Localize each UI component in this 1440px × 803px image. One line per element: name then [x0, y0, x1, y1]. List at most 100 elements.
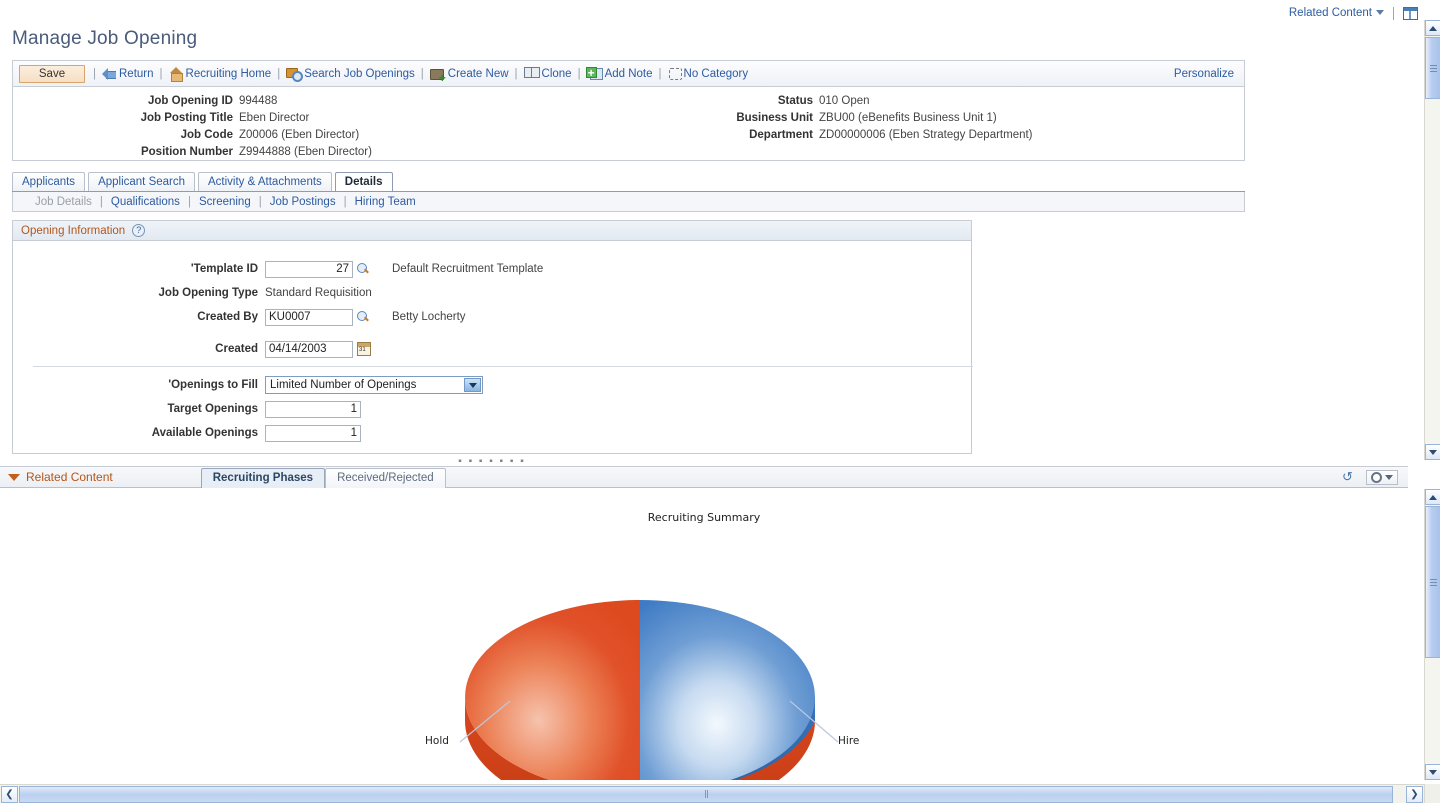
scroll-thumb[interactable] [1425, 37, 1440, 99]
page-title: Manage Job Opening [12, 28, 198, 49]
refresh-icon[interactable]: ↺ [1342, 470, 1356, 484]
scroll-right-button[interactable]: ❯ [1406, 785, 1423, 803]
home-icon [169, 67, 184, 82]
add-note-button[interactable]: Add Note [585, 67, 653, 80]
app-root: Related Content Manage Job Opening Save … [0, 0, 1440, 803]
chevron-down-icon[interactable] [464, 378, 481, 392]
no-category-button[interactable]: No Category [668, 67, 748, 80]
created-label: Created [215, 343, 258, 355]
job-opening-id-value: 994488 [239, 95, 278, 107]
return-button[interactable]: Return [102, 67, 154, 80]
search-job-openings-label: Search Job Openings [304, 67, 415, 80]
divider [1393, 6, 1394, 20]
chevron-down-icon [1376, 10, 1384, 16]
arrow-left-icon [102, 67, 117, 80]
info-row: Status 010 Open [613, 93, 1213, 110]
tab-recruiting-phases[interactable]: Recruiting Phases [200, 468, 326, 488]
lookup-icon[interactable] [356, 262, 370, 276]
chart-vertical-scrollbar[interactable] [1424, 489, 1440, 780]
add-note-label: Add Note [604, 67, 653, 80]
section-title: Opening Information [21, 224, 126, 237]
create-new-label: Create New [447, 67, 509, 80]
horizontal-scrollbar[interactable]: ❮ ❯ [0, 784, 1424, 803]
scroll-down-button[interactable] [1425, 764, 1440, 780]
scroll-thumb[interactable] [1425, 506, 1440, 658]
tab-applicant-search[interactable]: Applicant Search [88, 172, 196, 192]
subtab-qualifications[interactable]: Qualifications [111, 196, 180, 208]
help-icon[interactable]: ? [132, 224, 146, 237]
available-openings-input[interactable] [265, 424, 361, 442]
template-id-hint: Default Recruitment Template [392, 263, 544, 275]
toolbar-separator: | [420, 67, 424, 80]
subtab-job-postings[interactable]: Job Postings [270, 196, 336, 208]
status-label: Status [777, 95, 813, 107]
scroll-left-button[interactable]: ❮ [1, 785, 18, 803]
info-row: Job Code Z00006 (Eben Director) [13, 127, 433, 144]
horizontal-scroll-thumb[interactable] [19, 785, 1393, 803]
position-number-value: Z9944888 (Eben Director) [239, 146, 372, 158]
recruiting-home-button[interactable]: Recruiting Home [169, 67, 272, 82]
subtab-separator: | [258, 195, 262, 208]
business-unit-label: Business Unit [736, 112, 813, 124]
collapse-caret-icon[interactable] [8, 473, 20, 481]
target-openings-input[interactable] [265, 400, 361, 418]
job-code-value: Z00006 (Eben Director) [239, 129, 360, 141]
created-by-hint: Betty Locherty [392, 311, 466, 323]
add-note-icon [585, 67, 603, 80]
calendar-icon[interactable] [357, 342, 371, 356]
subtab-separator: | [187, 195, 191, 208]
search-job-openings-button[interactable]: Search Job Openings [286, 67, 415, 82]
department-value: ZD00000006 (Eben Strategy Department) [819, 129, 1033, 141]
created-date-input[interactable] [265, 340, 353, 358]
scroll-down-button[interactable] [1425, 444, 1440, 460]
tab-activity-attachments[interactable]: Activity & Attachments [198, 172, 332, 192]
return-label: Return [119, 67, 154, 80]
job-opening-header-info: Job Opening ID 994488 Job Posting Title Eb… [12, 86, 1245, 161]
toolbar-separator: | [514, 67, 518, 80]
position-number-label: Position Number [140, 146, 233, 158]
template-id-label: 'Template ID [13, 263, 265, 275]
subtab-job-details[interactable]: Job Details [35, 196, 92, 208]
toolbar-separator: | [577, 67, 581, 80]
chevron-down-icon [1385, 474, 1393, 480]
template-id-input[interactable] [265, 260, 353, 278]
tab-details[interactable]: Details [334, 172, 393, 192]
main-vertical-scrollbar[interactable] [1424, 20, 1440, 460]
info-row: Position Number Z9944888 (Eben Director) [13, 144, 433, 161]
settings-menu-button[interactable] [1366, 469, 1398, 485]
save-button[interactable]: Save [19, 64, 85, 83]
main-content-panel: Save | Return | Recruiting Home | Search… [12, 60, 1245, 467]
pie-label-hold: Hold [425, 735, 449, 747]
tab-applicants[interactable]: Applicants [12, 172, 86, 192]
openings-to-fill-row: 'Openings to Fill Limited Number of Open… [13, 373, 971, 397]
related-content-panel-bar: Related Content Recruiting Phases Receiv… [0, 466, 1408, 488]
no-category-icon [668, 67, 682, 80]
subtab-screening[interactable]: Screening [199, 196, 251, 208]
openings-to-fill-label-text: Openings to Fill [171, 379, 258, 391]
tab-received-rejected[interactable]: Received/Rejected [325, 468, 446, 488]
action-toolbar: Save | Return | Recruiting Home | Search… [12, 60, 1245, 86]
related-content-actions: ↺ [1342, 469, 1408, 485]
create-new-button[interactable]: Create New [429, 67, 509, 83]
top-related-content-bar: Related Content [0, 0, 1424, 26]
related-content-menu[interactable]: Related Content [1289, 7, 1384, 19]
status-value: 010 Open [819, 95, 870, 107]
main-tabs: Applicants Applicant Search Activity & A… [12, 171, 1245, 192]
lookup-icon[interactable] [356, 310, 370, 324]
available-openings-row: Available Openings [13, 421, 971, 445]
target-openings-row: Target Openings [13, 397, 971, 421]
created-by-row: Created By Betty Locherty [13, 305, 971, 329]
openings-to-fill-select[interactable]: Limited Number of Openings [265, 376, 483, 394]
created-by-input[interactable] [265, 308, 353, 326]
scroll-up-button[interactable] [1425, 20, 1440, 36]
scroll-up-button[interactable] [1425, 489, 1440, 505]
horizontal-scroll-track[interactable] [19, 785, 1405, 803]
personalize-link[interactable]: Personalize [1174, 68, 1238, 80]
subtab-hiring-team[interactable]: Hiring Team [355, 196, 416, 208]
department-label: Department [749, 129, 813, 141]
job-code-label: Job Code [180, 129, 233, 141]
recruiting-home-label: Recruiting Home [185, 67, 272, 80]
related-content-panel-title: Related Content [26, 470, 113, 484]
clone-button[interactable]: Clone [523, 67, 572, 80]
grid-icon[interactable] [1403, 6, 1418, 20]
